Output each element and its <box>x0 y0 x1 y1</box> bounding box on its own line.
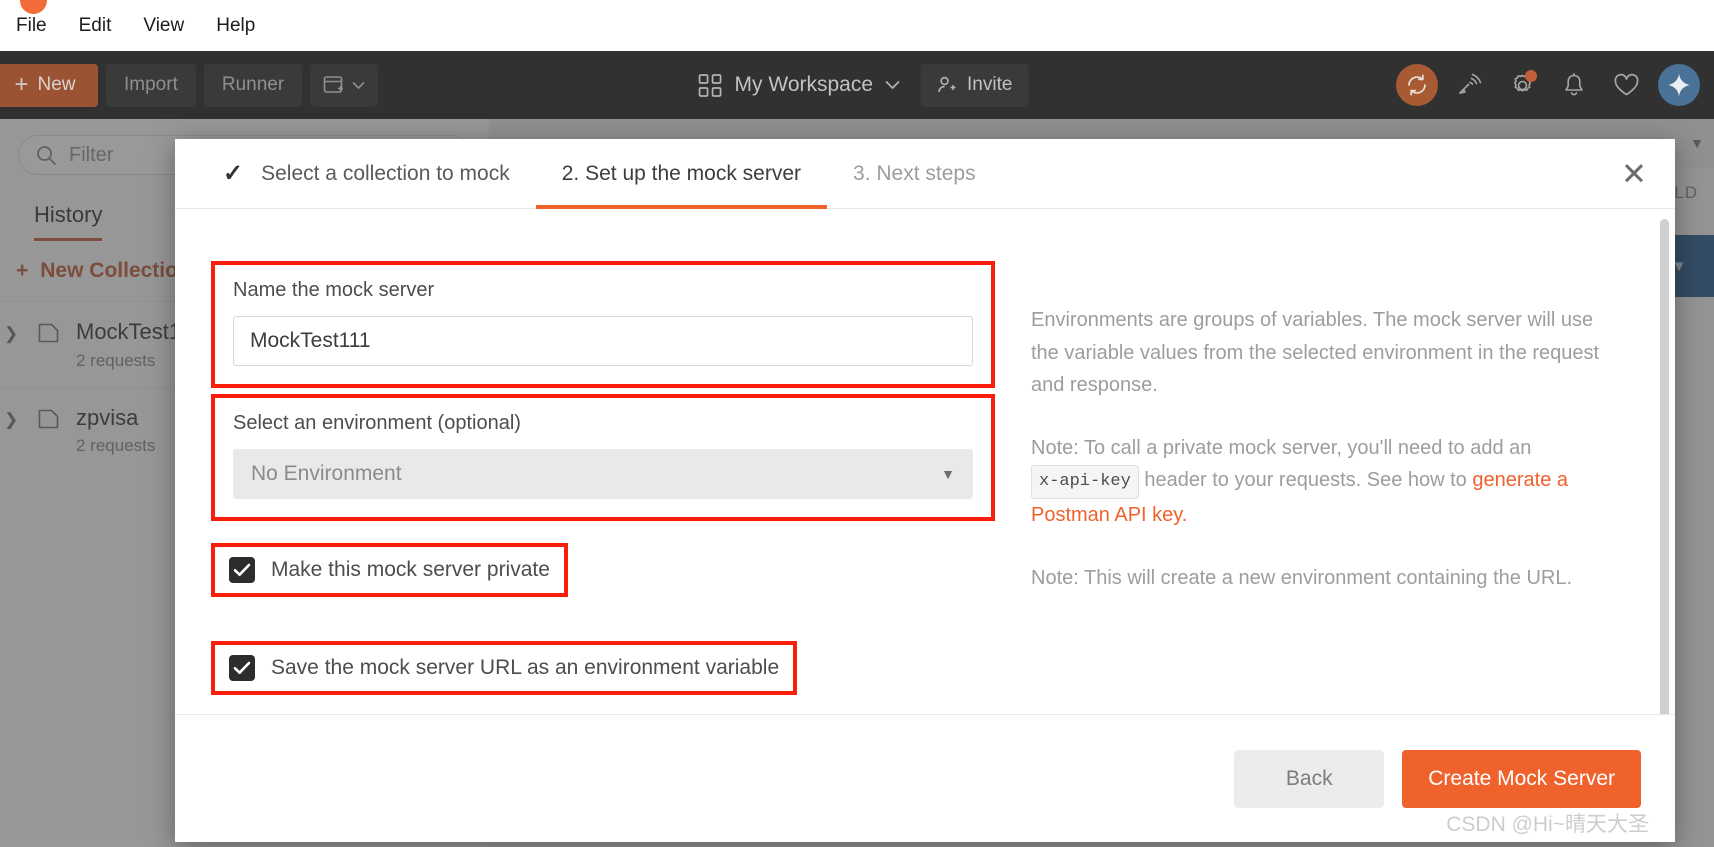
wizard-step-2-label: 2. Set up the mock server <box>561 161 802 185</box>
modal-info-column: Environments are groups of variables. Th… <box>995 209 1675 714</box>
watermark: CSDN @Hi~晴天大圣 <box>1446 813 1649 836</box>
menu-bar: File Edit View Help <box>0 0 1714 51</box>
sync-icon[interactable] <box>1396 64 1438 106</box>
bell-icon[interactable] <box>1554 65 1594 105</box>
heart-icon[interactable] <box>1606 65 1646 105</box>
new-window-button[interactable] <box>310 63 379 107</box>
new-window-icon <box>323 76 344 93</box>
info-paragraph-newenv: Note: This will create a new environment… <box>1031 566 1573 589</box>
environment-field-label: Select an environment (optional) <box>233 412 521 434</box>
modal-form-column: Name the mock server Select an environme… <box>175 209 995 714</box>
grid-icon <box>698 73 722 97</box>
wizard-step-1-label: Select a collection to mock <box>261 161 510 185</box>
create-mock-server-button[interactable]: Create Mock Server <box>1402 749 1641 808</box>
chevron-down-icon <box>885 80 901 90</box>
wizard-step-3-label: 3. Next steps <box>853 161 976 185</box>
satellite-icon[interactable] <box>1450 65 1490 105</box>
close-icon[interactable]: ✕ <box>1621 158 1647 189</box>
workspace-label: My Workspace <box>734 73 874 96</box>
apikey-note-before: Note: To call a private mock server, you… <box>1031 436 1532 459</box>
modal-footer: Back Create Mock Server CSDN @Hi~晴天大圣 <box>175 714 1675 842</box>
environment-select-value: No Environment <box>251 462 402 485</box>
app-toolbar: + New Import Runner My Workspace Invite <box>0 51 1714 119</box>
environment-select[interactable]: No Environment ▼ <box>233 449 973 499</box>
private-checkbox-row[interactable]: Make this mock server private <box>229 557 550 583</box>
checkbox-checked-icon[interactable] <box>229 557 255 583</box>
back-button[interactable]: Back <box>1234 749 1385 808</box>
chevron-down-icon: ▼ <box>941 466 955 482</box>
private-checkbox-label: Make this mock server private <box>271 558 550 581</box>
person-add-icon <box>938 76 957 92</box>
x-api-key-code: x-api-key <box>1031 465 1139 500</box>
import-button[interactable]: Import <box>106 63 196 107</box>
wizard-step-1[interactable]: ✓ Select a collection to mock <box>197 139 536 209</box>
app-window: File Edit View Help + New Import Runner <box>0 0 1714 847</box>
modal-header: ✓ Select a collection to mock 2. Set up … <box>175 139 1675 209</box>
workspace-selector[interactable]: My Workspace <box>686 65 913 106</box>
chevron-down-icon <box>352 81 365 89</box>
mock-server-name-input[interactable] <box>233 316 973 366</box>
mock-server-modal: ✓ Select a collection to mock 2. Set up … <box>175 139 1675 842</box>
saveurl-checkbox-label: Save the mock server URL as an environme… <box>271 656 780 679</box>
runner-button[interactable]: Runner <box>203 63 303 107</box>
info-paragraph-environments: Environments are groups of variables. Th… <box>1031 309 1600 397</box>
check-icon: ✓ <box>223 160 244 187</box>
saveurl-checkbox-highlight: Save the mock server URL as an environme… <box>211 641 798 695</box>
modal-scrollbar[interactable] <box>1660 219 1669 714</box>
menu-item-file[interactable]: File <box>0 11 63 41</box>
new-button-label: New <box>37 74 76 95</box>
wizard-step-3[interactable]: 3. Next steps <box>827 139 1002 209</box>
gear-icon[interactable] <box>1502 65 1542 105</box>
environment-field-highlight: Select an environment (optional) No Envi… <box>211 394 995 521</box>
checkbox-checked-icon[interactable] <box>229 655 255 681</box>
name-field-highlight: Name the mock server <box>211 261 995 388</box>
toolbar-right-group <box>1396 64 1700 106</box>
plus-icon: + <box>14 71 29 98</box>
invite-label: Invite <box>967 74 1013 95</box>
sparkle-icon[interactable] <box>1658 64 1700 106</box>
toolbar-center-group: My Workspace Invite <box>686 63 1029 107</box>
menu-item-help[interactable]: Help <box>200 11 271 41</box>
new-button[interactable]: + New <box>0 63 98 107</box>
apikey-note-middle: header to your requests. See how to <box>1138 469 1473 492</box>
notification-dot <box>1525 70 1537 82</box>
invite-button[interactable]: Invite <box>921 63 1029 107</box>
modal-body: Name the mock server Select an environme… <box>175 209 1675 714</box>
info-paragraph-apikey: Note: To call a private mock server, you… <box>1031 432 1605 532</box>
toolbar-left-group: + New Import Runner <box>0 63 379 107</box>
menu-item-edit[interactable]: Edit <box>63 11 128 41</box>
name-field-label: Name the mock server <box>233 279 435 301</box>
private-checkbox-highlight: Make this mock server private <box>211 543 568 597</box>
menu-item-view[interactable]: View <box>127 11 200 41</box>
wizard-step-2[interactable]: 2. Set up the mock server <box>535 139 828 209</box>
saveurl-checkbox-row[interactable]: Save the mock server URL as an environme… <box>229 655 779 681</box>
